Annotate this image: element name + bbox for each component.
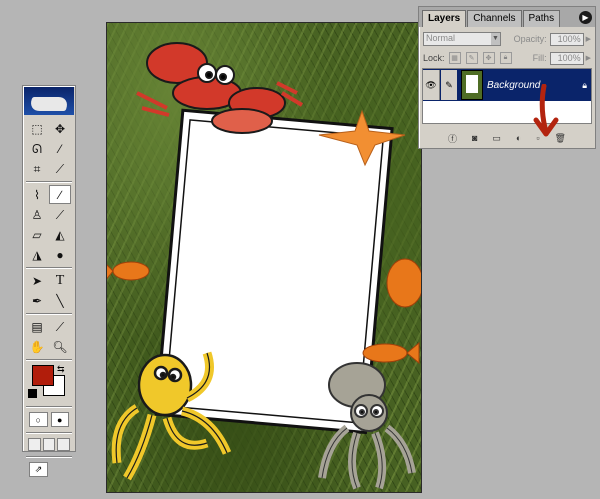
pen-tool-icon[interactable]: ✒ xyxy=(26,291,48,310)
layer-list: 👁︎ ✎ Background 🔒︎ xyxy=(422,68,592,124)
quick-mask-mode-icon[interactable]: ● xyxy=(50,412,69,427)
fill-slider-arrow-icon[interactable]: ▶ xyxy=(586,54,591,62)
slice-tool-icon[interactable]: ⟋ xyxy=(49,159,71,178)
healing-brush-tool-icon[interactable]: ⌇ xyxy=(26,185,48,204)
fill-label: Fill: xyxy=(532,53,547,63)
zoom-tool-icon[interactable]: 🔍︎ xyxy=(49,337,71,356)
layer-thumbnail xyxy=(461,70,483,100)
layers-footer: ⓕ ◙ ▭ ◐ ▫ 🗑︎ xyxy=(419,130,595,146)
adjustment-layer-icon[interactable]: ◐ xyxy=(516,133,521,143)
opacity-field[interactable]: 100% xyxy=(549,32,584,46)
tab-channels[interactable]: Channels xyxy=(467,10,522,27)
default-colors-icon[interactable] xyxy=(28,389,37,398)
layer-row-background[interactable]: 👁︎ ✎ Background 🔒︎ xyxy=(423,69,591,101)
lock-label: Lock: xyxy=(423,53,445,63)
paint-bucket-tool-icon[interactable]: ◭ xyxy=(49,225,71,244)
lock-position-icon[interactable]: ✥ xyxy=(482,52,495,64)
visibility-eye-icon[interactable]: 👁︎ xyxy=(423,70,440,100)
move-tool-icon[interactable]: ✥ xyxy=(49,119,71,138)
fill-field[interactable]: 100% xyxy=(549,51,584,65)
history-brush-tool-icon[interactable]: ⟋ xyxy=(49,205,71,224)
path-selection-tool-icon[interactable]: ➤ xyxy=(26,271,48,290)
layer-lock-icon: 🔒︎ xyxy=(582,79,587,90)
opacity-label: Opacity: xyxy=(513,34,547,44)
full-screen-mode-icon[interactable] xyxy=(57,438,71,451)
layer-style-icon[interactable]: ⓕ xyxy=(448,132,457,145)
hand-tool-icon[interactable]: ✋ xyxy=(26,337,48,356)
notes-tool-icon[interactable]: ▤ xyxy=(26,317,48,336)
lock-transparency-icon[interactable]: ▦ xyxy=(448,52,461,64)
eyedropper-tool-icon[interactable]: ⟋ xyxy=(49,317,71,336)
swap-colors-icon[interactable]: ⇆ xyxy=(57,364,65,375)
eraser-tool-icon[interactable]: ▱ xyxy=(26,225,48,244)
paintbrush-icon: ✎ xyxy=(441,70,457,100)
standard-mode-icon[interactable]: ○ xyxy=(29,412,48,427)
blend-mode-select[interactable]: Normal ▼ xyxy=(423,32,501,46)
lasso-tool-icon[interactable]: ᘏ xyxy=(26,139,48,158)
add-mask-icon[interactable]: ◙ xyxy=(472,133,477,143)
dodge-tool-icon[interactable]: ● xyxy=(49,245,71,264)
color-swatches: ⇆ xyxy=(26,363,72,403)
chevron-down-icon: ▼ xyxy=(491,33,500,45)
document-canvas[interactable] xyxy=(106,22,422,493)
tab-layers[interactable]: Layers xyxy=(422,10,467,27)
clone-stamp-tool-icon[interactable]: ♙ xyxy=(26,205,48,224)
new-set-icon[interactable]: ▭ xyxy=(492,133,501,144)
palette-menu-icon[interactable]: ▶ xyxy=(579,11,592,24)
toolbox-header[interactable] xyxy=(24,87,74,115)
line-tool-icon[interactable]: ╲ xyxy=(49,291,71,310)
lock-all-icon[interactable]: 🔒︎ xyxy=(499,52,512,64)
brush-tool-icon[interactable]: ∕ xyxy=(49,185,71,204)
lock-pixels-icon[interactable]: ✎ xyxy=(465,52,478,64)
tools-palette: ⬚ ✥ ᘏ ⁄ ⌗ ⟋ ⌇ ∕ ♙ ⟋ ▱ ◭ ◮ ● ➤ T ✒ ╲ ▤ ⟋ … xyxy=(22,85,76,477)
annotation-arrow-icon xyxy=(533,84,559,137)
layers-palette: Layers Channels Paths ▶ Normal ▼ Opacity… xyxy=(418,6,596,149)
standard-screen-mode-icon[interactable] xyxy=(28,438,41,451)
marquee-tool-icon[interactable]: ⬚ xyxy=(26,119,48,138)
feather-logo-icon xyxy=(27,97,71,111)
canvas-artwork xyxy=(107,23,421,492)
blur-tool-icon[interactable]: ◮ xyxy=(26,245,48,264)
foreground-color-swatch[interactable] xyxy=(32,365,54,386)
magic-wand-tool-icon[interactable]: ⁄ xyxy=(49,139,71,158)
opacity-slider-arrow-icon[interactable]: ▶ xyxy=(586,35,591,43)
crop-tool-icon[interactable]: ⌗ xyxy=(26,159,48,178)
full-screen-menu-mode-icon[interactable] xyxy=(42,438,56,451)
tab-paths[interactable]: Paths xyxy=(522,10,561,27)
type-tool-icon[interactable]: T xyxy=(49,271,71,290)
jump-to-imageready-icon[interactable]: ⇗ xyxy=(29,462,48,477)
blend-mode-value: Normal xyxy=(426,33,456,43)
